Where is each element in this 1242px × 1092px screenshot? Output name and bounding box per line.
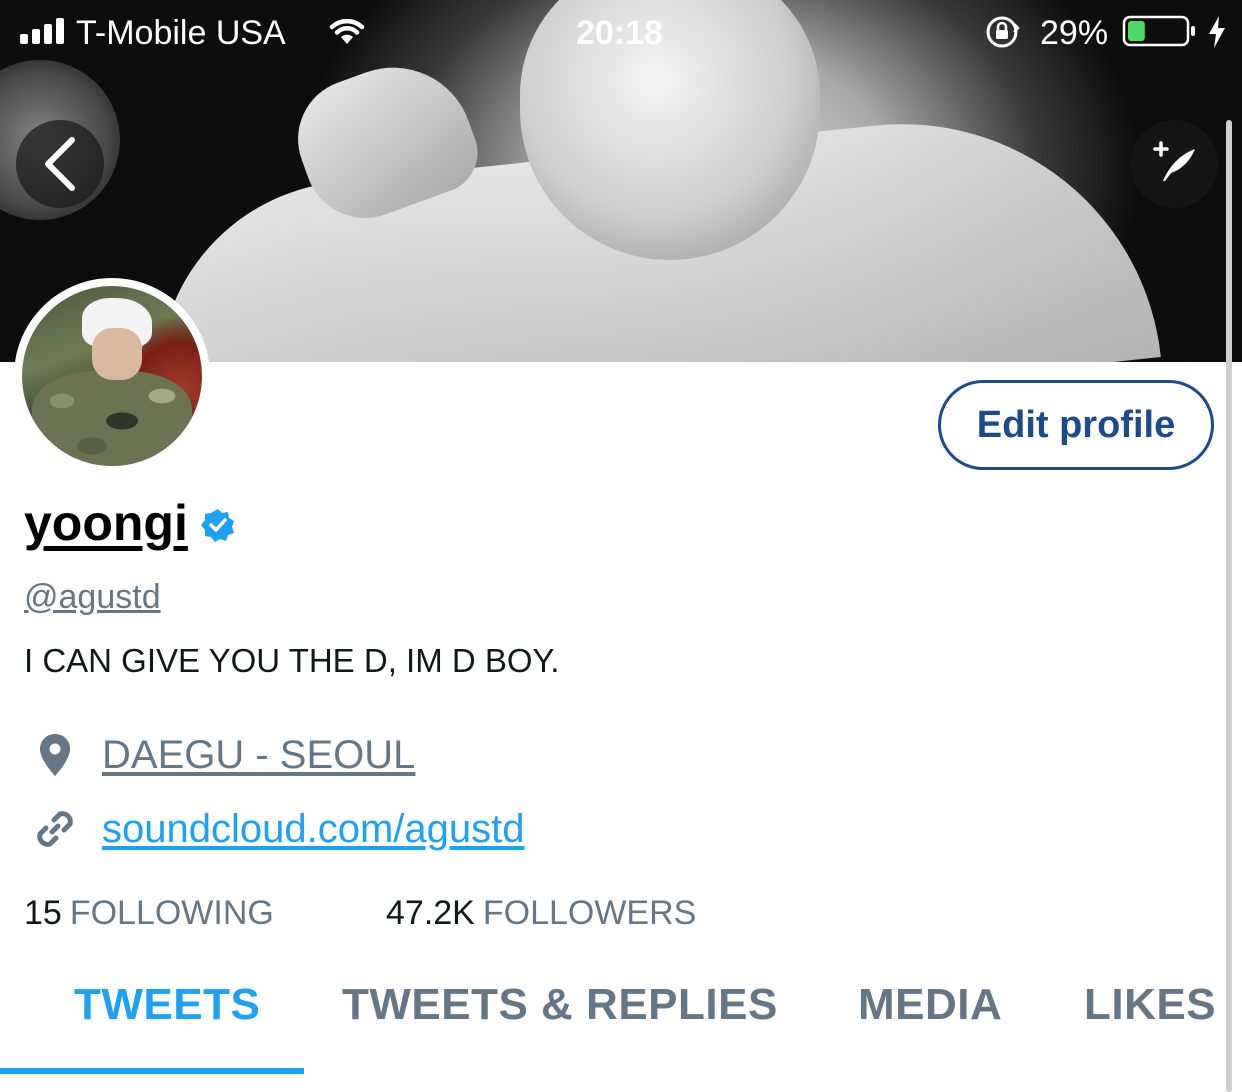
rotation-lock-icon — [986, 16, 1020, 48]
profile-bio: I CAN GIVE YOU THE D, IM D BOY. — [24, 642, 560, 679]
website-link[interactable]: soundcloud.com/agustd — [102, 807, 525, 852]
carrier-name: T-Mobile USA — [76, 14, 286, 52]
status-time: 20:18 — [576, 14, 663, 52]
profile-location[interactable]: DAEGU - SEOUL — [30, 732, 415, 778]
link-icon — [30, 806, 80, 852]
battery-percentage: 29% — [1040, 14, 1109, 52]
profile-website[interactable]: soundcloud.com/agustd — [30, 806, 525, 852]
following-count: 15 — [24, 894, 62, 932]
charging-icon — [1209, 16, 1225, 48]
following-stat[interactable]: 15 FOLLOWING — [24, 894, 274, 933]
profile-tabs: TWEETS TWEETS & REPLIES MEDIA LIKES — [0, 980, 1242, 1092]
avatar-photo — [22, 286, 202, 466]
status-bar: T-Mobile USA 20:18 29% — [0, 0, 1242, 64]
profile-handle[interactable]: @agustd — [24, 578, 161, 617]
followers-label: FOLLOWERS — [482, 894, 697, 932]
wifi-icon — [329, 18, 365, 44]
tab-media[interactable]: MEDIA — [858, 980, 1002, 1040]
tab-tweets-and-replies[interactable]: TWEETS & REPLIES — [342, 980, 778, 1040]
followers-stat[interactable]: 47.2K FOLLOWERS — [386, 894, 696, 933]
compose-tweet-icon — [1153, 141, 1195, 181]
profile-name-row: yoongi — [24, 494, 236, 552]
battery-icon — [1122, 15, 1195, 47]
back-button[interactable] — [16, 120, 104, 208]
chevron-left-icon — [45, 137, 75, 191]
active-tab-indicator — [0, 1068, 304, 1074]
followers-count: 47.2K — [386, 894, 475, 932]
tab-likes[interactable]: LIKES — [1084, 980, 1216, 1040]
profile-avatar[interactable] — [14, 278, 210, 474]
following-label: FOLLOWING — [69, 894, 274, 932]
verified-badge-icon — [200, 509, 234, 542]
signal-icon — [20, 18, 64, 44]
compose-tweet-button[interactable] — [1130, 120, 1218, 208]
scrollbar[interactable] — [1226, 120, 1232, 1092]
location-pin-icon — [30, 732, 80, 778]
edit-profile-button[interactable]: Edit profile — [938, 380, 1214, 470]
display-name: yoongi — [24, 495, 188, 551]
tab-tweets[interactable]: TWEETS — [74, 980, 260, 1040]
location-text[interactable]: DAEGU - SEOUL — [102, 733, 415, 778]
